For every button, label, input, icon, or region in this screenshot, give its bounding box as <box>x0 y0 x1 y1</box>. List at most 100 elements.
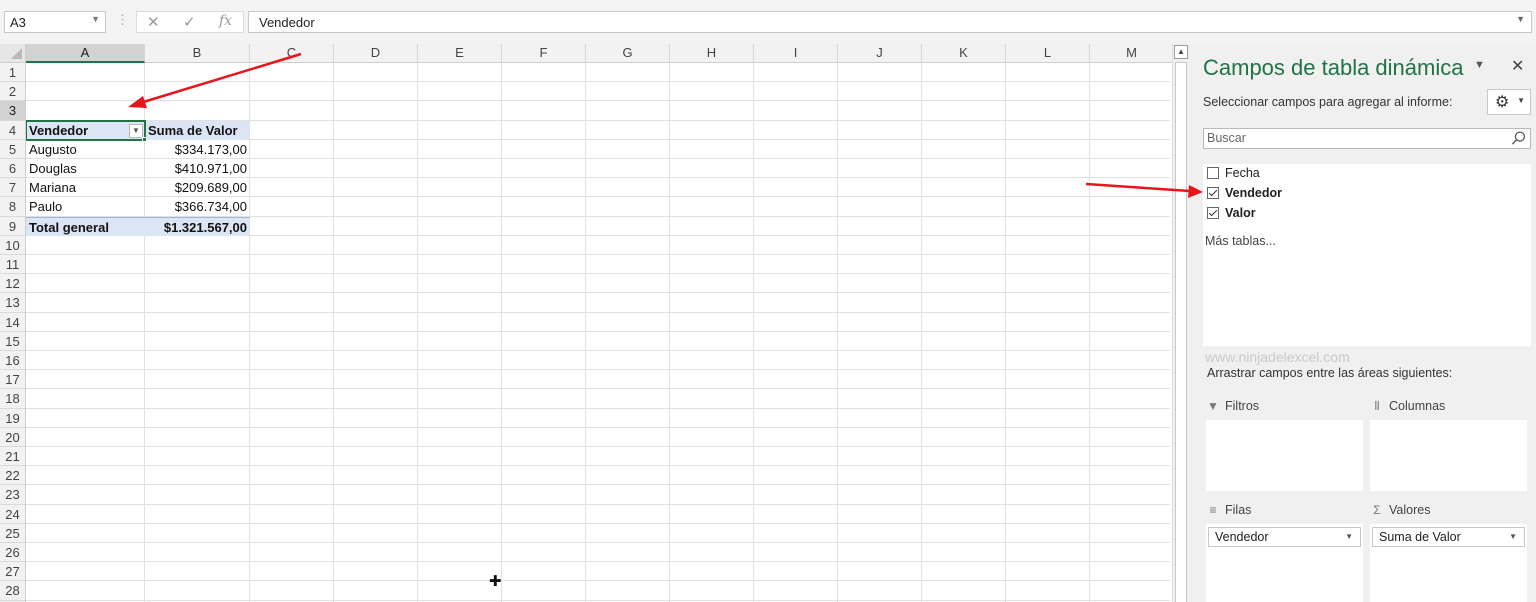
column-header[interactable]: A <box>26 44 145 63</box>
name-box-value: A3 <box>10 15 26 30</box>
worksheet-grid[interactable]: ABCDEFGHIJKLM 1 2 3 4 5 6 7 8 9 10 11 12 13 14 15 16 17 1… <box>0 44 1172 602</box>
formula-bar: A3 ▼ ⋮ ✕ ✓ fx Vendedor ▼ <box>0 0 1536 44</box>
column-header[interactable]: B <box>145 44 250 63</box>
gridline-horizontal <box>26 311 1170 313</box>
pane-subtitle: Seleccionar campos para agregar al infor… <box>1203 95 1453 109</box>
rows-field-chip[interactable]: Vendedor ▼ <box>1208 527 1361 547</box>
column-header[interactable]: J <box>838 44 922 63</box>
row-header[interactable]: 13 <box>0 293 25 313</box>
row-header[interactable]: 15 <box>0 332 25 351</box>
checkbox-checked[interactable] <box>1207 207 1219 219</box>
column-header[interactable]: L <box>1006 44 1090 63</box>
row-header[interactable]: 7 <box>0 178 25 198</box>
row-header[interactable]: 21 <box>0 447 25 467</box>
row-header[interactable]: 2 <box>0 82 25 102</box>
row-header[interactable]: 4 <box>0 121 25 140</box>
fill-handle[interactable] <box>142 137 147 142</box>
row-header[interactable]: 14 <box>0 313 25 332</box>
chip-label: Suma de Valor <box>1379 530 1461 544</box>
row-header[interactable]: 19 <box>0 409 25 428</box>
row-header[interactable]: 23 <box>0 485 25 505</box>
column-header[interactable]: I <box>754 44 838 63</box>
drop-zone[interactable]: Vendedor ▼ <box>1206 524 1363 602</box>
name-box[interactable]: A3 ▼ <box>4 11 106 33</box>
column-header[interactable]: H <box>670 44 754 63</box>
row-header[interactable]: 27 <box>0 562 25 582</box>
column-header[interactable]: G <box>586 44 670 63</box>
field-item-vendedor[interactable]: Vendedor <box>1207 185 1282 203</box>
checkbox[interactable] <box>1207 167 1219 179</box>
pivot-row-value[interactable]: $410.971,00 <box>145 159 250 178</box>
area-label: Filtros <box>1225 399 1260 413</box>
formula-input[interactable]: Vendedor ▼ <box>248 11 1532 33</box>
drop-zone[interactable] <box>1370 420 1527 491</box>
row-header[interactable]: 22 <box>0 466 25 486</box>
chevron-down-icon[interactable]: ▼ <box>91 14 100 24</box>
pane-options-icon[interactable]: ▼ <box>1474 59 1485 71</box>
pivot-row-value[interactable]: $209.689,00 <box>145 178 250 197</box>
drop-zone[interactable] <box>1206 420 1363 491</box>
scrollbar-thumb[interactable] <box>1175 62 1187 602</box>
row-header[interactable]: 18 <box>0 389 25 409</box>
gridline-horizontal <box>26 388 1170 390</box>
pivot-total-value[interactable]: $1.321.567,00 <box>145 216 250 236</box>
row-header[interactable]: 5 <box>0 140 25 159</box>
area-filtros: ▼ Filtros <box>1206 396 1363 491</box>
vertical-scrollbar[interactable]: ▲ <box>1172 44 1189 602</box>
gridline-horizontal <box>26 100 1170 102</box>
row-header[interactable]: 26 <box>0 543 25 563</box>
field-item-fecha[interactable]: Fecha <box>1207 165 1260 183</box>
insert-function-icon[interactable]: fx <box>219 13 232 29</box>
filter-dropdown-icon[interactable]: ▼ <box>129 124 143 138</box>
row-header[interactable]: 16 <box>0 351 25 371</box>
pivot-row-label[interactable]: Paulo <box>26 197 145 216</box>
more-tables-link[interactable]: Más tablas... <box>1205 234 1276 248</box>
close-icon[interactable]: ✕ <box>1511 56 1524 76</box>
row-header[interactable]: 17 <box>0 370 25 390</box>
row-header[interactable]: 3 <box>0 101 25 121</box>
row-header[interactable]: 20 <box>0 428 25 447</box>
area-label: Valores <box>1389 503 1431 517</box>
pivot-total-label[interactable]: Total general <box>26 216 145 236</box>
pivot-row-value[interactable]: $366.734,00 <box>145 197 250 216</box>
column-header[interactable]: M <box>1090 44 1172 63</box>
tools-button[interactable]: ⚙ ▼ <box>1487 89 1531 115</box>
column-header[interactable]: K <box>922 44 1006 63</box>
pivot-row-value[interactable]: $334.173,00 <box>145 140 250 159</box>
column-header[interactable]: C <box>250 44 334 63</box>
row-header[interactable]: 28 <box>0 581 25 601</box>
row-header[interactable]: 8 <box>0 197 25 217</box>
active-cell-border <box>26 120 146 141</box>
cells-area[interactable]: Vendedor Suma de Valor Augusto $334.173,… <box>26 63 1170 602</box>
drop-zone[interactable]: Suma de Valor ▼ <box>1370 524 1527 602</box>
pivot-value-header-cell[interactable]: Suma de Valor <box>145 120 250 140</box>
select-all-button[interactable] <box>0 44 26 63</box>
row-header[interactable]: 24 <box>0 505 25 524</box>
pivot-row-label[interactable]: Augusto <box>26 140 145 159</box>
column-header[interactable]: F <box>502 44 586 63</box>
confirm-check-icon[interactable]: ✓ <box>183 13 196 31</box>
row-header[interactable]: 10 <box>0 236 25 255</box>
pivot-row-label[interactable]: Douglas <box>26 159 145 178</box>
row-header[interactable]: 6 <box>0 159 25 179</box>
row-header[interactable]: 25 <box>0 524 25 543</box>
row-header[interactable]: 1 <box>0 63 25 83</box>
field-item-valor[interactable]: Valor <box>1207 205 1256 223</box>
cancel-icon[interactable]: ✕ <box>147 13 160 31</box>
chevron-down-icon[interactable]: ▼ <box>1509 529 1517 545</box>
values-field-chip[interactable]: Suma de Valor ▼ <box>1372 527 1525 547</box>
row-header[interactable]: 9 <box>0 217 25 236</box>
sigma-icon: Σ <box>1373 503 1381 517</box>
checkbox-checked[interactable] <box>1207 187 1219 199</box>
chevron-down-icon[interactable]: ▼ <box>1345 529 1353 545</box>
field-search-input[interactable]: Buscar <box>1203 128 1531 149</box>
column-header[interactable]: E <box>418 44 502 63</box>
row-header[interactable]: 12 <box>0 274 25 294</box>
more-vertical-icon: ⋮ <box>116 12 129 27</box>
pivot-row-label[interactable]: Mariana <box>26 178 145 197</box>
scroll-up-icon[interactable]: ▲ <box>1174 45 1188 59</box>
search-icon[interactable] <box>1511 130 1526 146</box>
expand-formula-icon[interactable]: ▼ <box>1516 14 1525 24</box>
column-header[interactable]: D <box>334 44 418 63</box>
row-header[interactable]: 11 <box>0 255 25 275</box>
